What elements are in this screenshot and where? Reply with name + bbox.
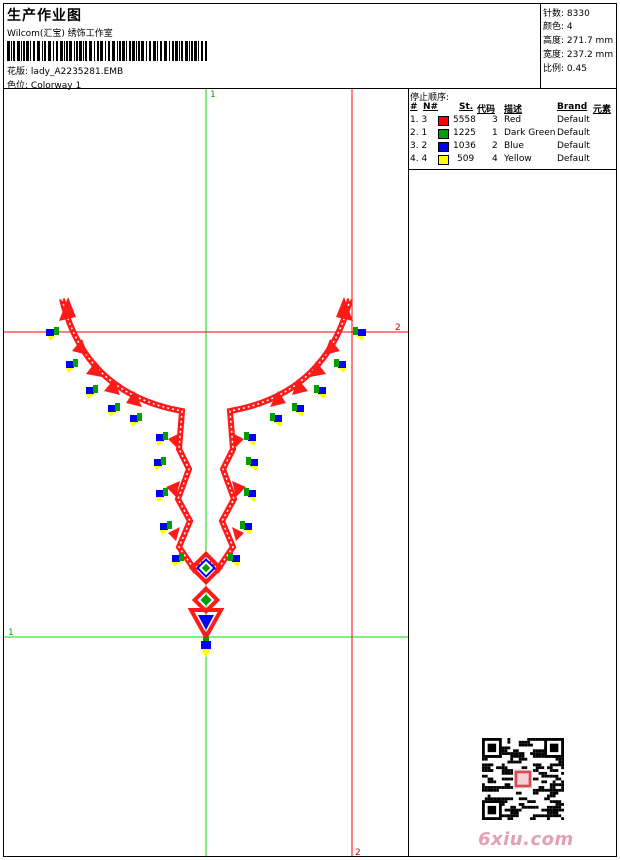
stop-sequence-panel: 停止顺序: # N# St. 代码 描述 Brand 元素 1. 3 5558 … [409,89,616,169]
file-label: 花版: [7,67,29,77]
page-title: 生产作业图 [7,8,82,24]
sequence-row: 4. 4 509 4 Yellow Default [410,154,590,165]
color-swatch [438,155,449,165]
stat-width: 宽度: 237.2 mm [543,50,614,60]
qr-code [482,738,564,820]
color-swatch [438,116,449,126]
sequence-row: 2. 1 1225 1 Dark Green Default [410,128,590,139]
header-index: # [410,102,418,112]
stat-stitches: 针数: 8330 [543,9,590,19]
header-description: 描述 [504,105,523,115]
guide-label-green-top: 1 [210,90,216,100]
guide-label-red-right: 2 [395,323,401,333]
guide-label-red-bottom: 2 [355,848,361,856]
watermark: 6xiu.com [478,829,574,850]
design-canvas[interactable]: 1 1 2 2 [4,89,408,856]
header-needle: N# [423,102,439,112]
header: 生产作业图 Wilcom(汇宝) 绣饰工作室 花版: lady_A2235281… [4,4,540,91]
sequence-row: 1. 3 5558 3 Red Default [410,115,590,126]
stats-panel: 针数: 8330 颜色: 4 高度: 271.7 mm 宽度: 237.2 mm… [540,4,617,88]
stat-scale: 比例: 0.45 [543,64,587,74]
sequence-row: 3. 2 1036 2 Blue Default [410,141,590,152]
header-code: 代码 [477,105,496,115]
stat-colors: 颜色: 4 [543,22,573,32]
header-element: 元素 [593,105,612,115]
header-brand: Brand [557,102,588,112]
studio-subtitle: Wilcom(汇宝) 绣饰工作室 [7,29,113,39]
sequence-divider [409,169,616,170]
header-stitches: St. [459,102,474,112]
stat-height: 高度: 271.7 mm [543,36,614,46]
design-svg: 1 1 2 2 [4,89,408,856]
file-name: lady_A2235281.EMB [30,67,124,77]
barcode [7,41,207,61]
file-line: 花版: lady_A2235281.EMB [7,64,123,77]
color-swatch [438,142,449,152]
guide-label-green-left: 1 [8,628,14,638]
panel-divider [408,89,409,856]
color-swatch [438,129,449,139]
